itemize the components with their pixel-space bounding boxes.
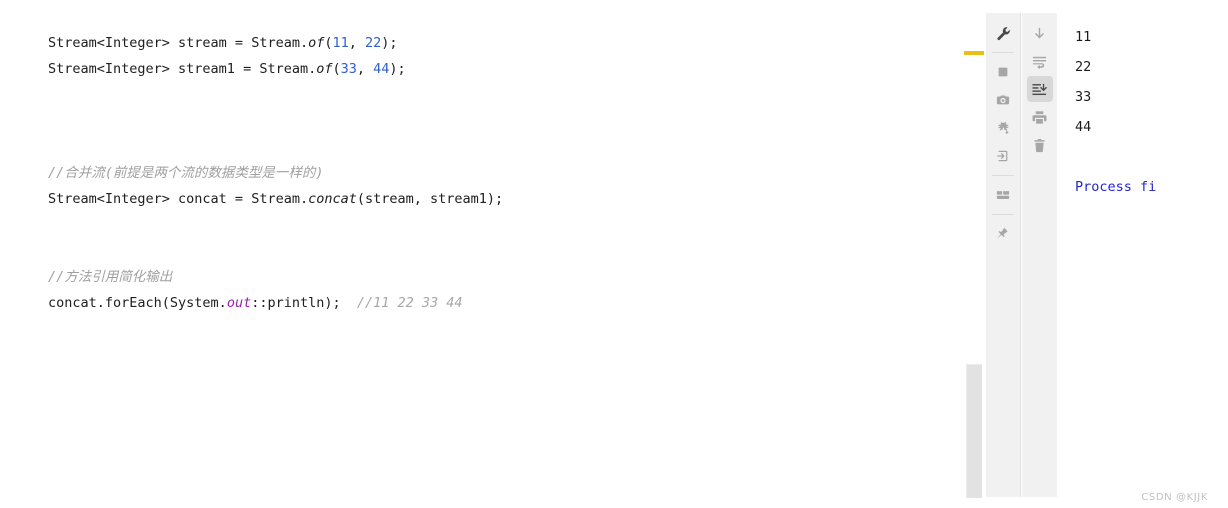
code-line: Stream<Integer> stream1 = Stream.of(33, …: [48, 56, 503, 82]
pin-icon[interactable]: [990, 221, 1016, 247]
code-token: concat: [308, 191, 357, 207]
scroll-down-icon[interactable]: [1027, 20, 1053, 46]
code-line: [48, 212, 503, 238]
code-line: //合并流(前提是两个流的数据类型是一样的): [48, 160, 503, 186]
soft-wrap-icon[interactable]: [1027, 48, 1053, 74]
code-line: Stream<Integer> concat = Stream.concat(s…: [48, 186, 503, 212]
code-token: 44: [373, 61, 390, 77]
editor-scrollbar-thumb[interactable]: [966, 364, 982, 498]
code-token: 11: [332, 35, 349, 51]
code-token: //合并流(前提是两个流的数据类型是一样的): [48, 165, 324, 181]
code-token: of: [308, 35, 325, 51]
watermark-label: CSDN @KJJK: [1141, 492, 1208, 503]
code-line: [48, 108, 503, 134]
code-token: of: [316, 61, 333, 77]
code-token: );: [389, 61, 406, 77]
toolbar-separator: [992, 214, 1014, 215]
code-editor-pane[interactable]: Stream<Integer> stream = Stream.of(11, 2…: [0, 0, 955, 508]
code-token: );: [381, 35, 398, 51]
console-line: 33: [1075, 89, 1092, 105]
scrollbar-warning-marker[interactable]: [964, 51, 984, 55]
layout-icon[interactable]: [990, 182, 1016, 208]
console-line: 44: [1075, 119, 1092, 135]
code-token: Stream<Integer> stream = Stream.: [48, 35, 309, 51]
code-token: ::println);: [251, 295, 357, 311]
code-line: [48, 134, 503, 160]
code-line: [48, 82, 503, 108]
code-line: //方法引用简化输出: [48, 264, 503, 290]
scroll-to-end-icon[interactable]: [1026, 76, 1053, 102]
code-line: Stream<Integer> stream = Stream.of(11, 2…: [48, 30, 503, 56]
settings-wrench-icon[interactable]: [990, 20, 1016, 46]
thread-dump-icon[interactable]: [990, 115, 1016, 141]
print-icon[interactable]: [1027, 104, 1053, 130]
clear-all-icon[interactable]: [1027, 132, 1053, 158]
code-line: [48, 238, 503, 264]
code-token: 22: [365, 35, 382, 51]
console-line: 22: [1075, 59, 1092, 75]
console-output-pane[interactable]: 11 22 33 44 Process fi: [1057, 0, 1228, 508]
code-token: (: [332, 61, 341, 77]
code-token: (stream, stream1);: [356, 191, 504, 207]
code-block[interactable]: Stream<Integer> stream = Stream.of(11, 2…: [48, 30, 503, 316]
code-token: //方法引用简化输出: [48, 269, 173, 285]
code-token: Stream<Integer> concat = Stream.: [48, 191, 309, 207]
console-line: 11: [1075, 29, 1092, 45]
console-output-lines: 11 22 33 44 Process fi: [1075, 22, 1156, 202]
code-token: ,: [348, 35, 366, 51]
stop-icon[interactable]: [990, 59, 1016, 85]
code-token: concat.forEach(System.: [48, 295, 227, 311]
console-right-toolbar: [1022, 13, 1057, 497]
code-line: concat.forEach(System.out::println); //1…: [48, 290, 503, 316]
camera-icon[interactable]: [990, 87, 1016, 113]
code-token: ,: [356, 61, 374, 77]
code-token: (: [324, 35, 333, 51]
code-token: out: [226, 295, 252, 311]
attach-process-icon[interactable]: [990, 143, 1016, 169]
toolbar-separator: [992, 175, 1014, 176]
run-toolwindow-left-toolbar: [986, 13, 1021, 497]
toolbar-separator: [992, 52, 1014, 53]
console-line: Process fi: [1075, 179, 1157, 195]
code-token: Stream<Integer> stream1 = Stream.: [48, 61, 317, 77]
code-token: //11 22 33 44: [356, 295, 463, 311]
code-token: 33: [340, 61, 357, 77]
